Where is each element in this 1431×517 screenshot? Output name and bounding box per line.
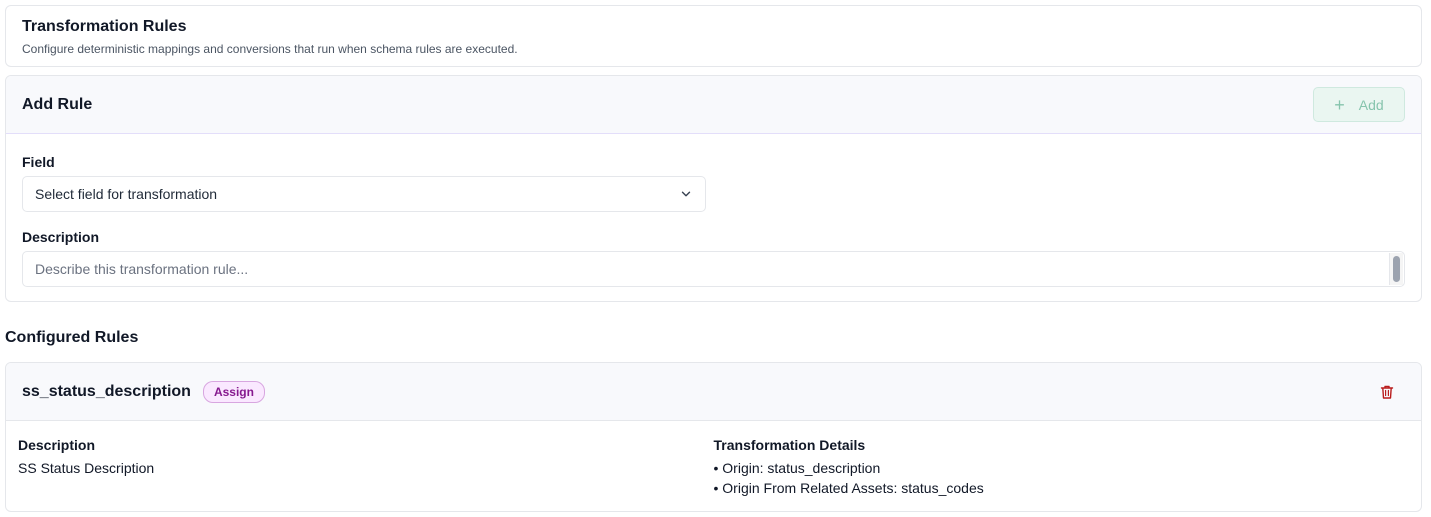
trash-icon[interactable] — [1379, 384, 1395, 400]
description-placeholder: Describe this transformation rule... — [35, 261, 249, 277]
add-rule-panel: Add Rule + Add Field Select field for tr… — [5, 75, 1422, 302]
rule-description-text: SS Status Description — [18, 460, 155, 476]
rule-header: ss_status_description Assign — [6, 363, 1421, 421]
rule-name: ss_status_description — [22, 382, 191, 400]
scrollbar-thumb[interactable] — [1393, 256, 1400, 282]
field-label: Field — [22, 154, 55, 170]
chevron-down-icon — [681, 191, 691, 197]
rule-type-badge: Assign — [202, 380, 265, 403]
add-button-label: Add — [1358, 96, 1384, 113]
page-subtitle: Configure deterministic mappings and con… — [22, 42, 518, 56]
description-textarea[interactable]: Describe this transformation rule... — [22, 251, 1405, 287]
transformation-rules-header: Transformation Rules Configure determini… — [5, 5, 1422, 67]
textarea-scrollbar[interactable] — [1389, 253, 1403, 285]
rule-description-section: Description SS Status Description — [18, 437, 714, 498]
field-select-value: Select field for transformation — [35, 186, 218, 202]
detail-origin: • Origin: status_description — [713, 460, 881, 476]
add-rule-title: Add Rule — [22, 95, 93, 113]
transformation-details-label: Transformation Details — [713, 437, 866, 453]
configured-rules-title: Configured Rules — [5, 329, 139, 346]
add-rule-header: Add Rule + Add — [6, 76, 1421, 134]
description-label: Description — [22, 229, 100, 245]
detail-origin-related: • Origin From Related Assets: status_cod… — [713, 480, 984, 496]
rule-description-label: Description — [18, 437, 96, 453]
transformation-details-section: Transformation Details • Origin: status_… — [714, 437, 1410, 498]
plus-icon: + — [1334, 94, 1345, 115]
page-title: Transformation Rules — [22, 18, 187, 35]
rule-card: ss_status_description Assign Description… — [5, 362, 1422, 512]
field-select[interactable]: Select field for transformation — [22, 176, 706, 212]
add-rule-button[interactable]: + Add — [1313, 87, 1405, 122]
